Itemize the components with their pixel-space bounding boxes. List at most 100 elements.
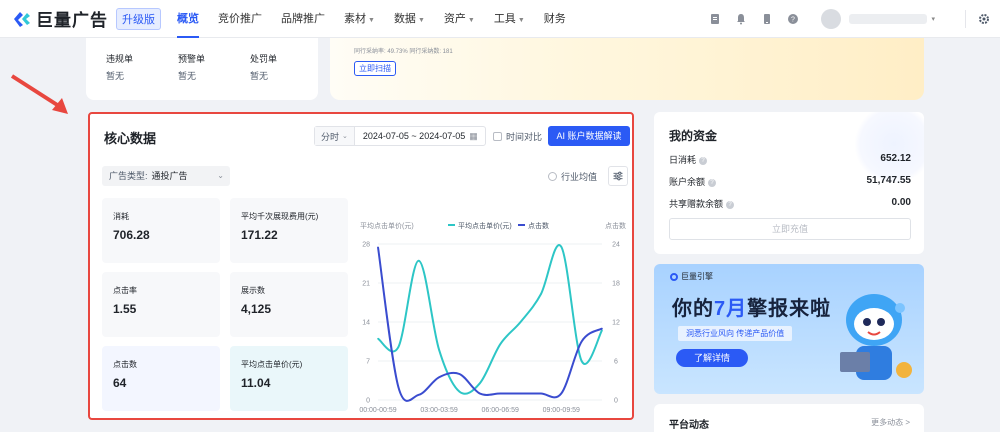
panel-title: 核心数据 bbox=[104, 131, 157, 146]
left-tick-label: 7 bbox=[366, 359, 370, 366]
calendar-icon: ▦ bbox=[469, 130, 478, 141]
clicks-data-point bbox=[417, 394, 420, 396]
decorative-shape bbox=[854, 112, 924, 184]
cpc-data-point bbox=[580, 360, 583, 362]
header-actions: ? ▾ bbox=[709, 0, 1000, 38]
right-rail bbox=[966, 38, 1000, 432]
nav-data[interactable]: 数据 ▼ bbox=[394, 0, 425, 38]
card-title: 平台动态 bbox=[669, 420, 709, 431]
banner-brand: 巨量引擎 bbox=[670, 271, 713, 282]
clicks-data-point bbox=[540, 392, 542, 395]
nav-overview[interactable]: 概览 bbox=[177, 0, 199, 38]
nav-finance[interactable]: 财务 bbox=[544, 0, 566, 38]
scan-button[interactable]: 立即扫描 bbox=[354, 61, 396, 76]
avatar[interactable] bbox=[821, 9, 842, 29]
time-compare-toggle[interactable]: 时间对比 bbox=[493, 130, 542, 143]
brand-name: 巨量广告 bbox=[36, 11, 108, 30]
date-range-picker[interactable]: 分时 ⌄ 2024-07-05 ~ 2024-07-05 ▦ bbox=[314, 126, 486, 146]
clicks-data-point bbox=[560, 392, 563, 395]
right-tick-label: 0 bbox=[614, 398, 618, 405]
cpc-data-point bbox=[479, 382, 481, 385]
chevron-down-icon: ▼ bbox=[517, 16, 525, 24]
ad-type-select[interactable]: 广告类型: 通投广告 ⌄ bbox=[102, 166, 230, 186]
account-name[interactable] bbox=[849, 14, 928, 24]
metric-cpm[interactable]: 平均千次展现费用(元) 171.22 bbox=[230, 198, 348, 263]
phone-icon[interactable] bbox=[761, 13, 773, 25]
document-icon[interactable] bbox=[709, 13, 721, 25]
bell-icon[interactable] bbox=[735, 13, 747, 25]
right-axis-title: 点击数 bbox=[605, 221, 626, 230]
logo-icon bbox=[14, 11, 30, 27]
nav-assets[interactable]: 资产 ▼ bbox=[444, 0, 475, 38]
engine-logo-icon bbox=[670, 272, 678, 281]
nav-label: 资产 bbox=[443, 12, 466, 25]
main-menu: 概览 竞价推广 品牌推广 素材 ▼ 数据 ▼ 资产 ▼ 工具 ▼ 财务 bbox=[177, 0, 585, 38]
promo-banner[interactable]: 巨量引擎 你的7月擎报来啦 洞悉行业风向 传递产品价值 了解详情 bbox=[654, 264, 924, 394]
cpc-data-point bbox=[540, 293, 542, 295]
warning-order[interactable]: 预警单 暂无 bbox=[178, 52, 246, 90]
banner-brand-text: 巨量引擎 bbox=[681, 272, 713, 281]
metric-clicks[interactable]: 点击数 64 bbox=[102, 346, 220, 411]
x-tick-label: 00:00-00:59 bbox=[359, 407, 396, 414]
gear-icon[interactable] bbox=[978, 13, 990, 25]
help-icon[interactable]: ? bbox=[787, 13, 799, 25]
funds-value: 51,747.55 bbox=[866, 175, 912, 186]
industry-average-toggle[interactable]: 行业均值 bbox=[548, 170, 597, 183]
cpc-data-point bbox=[519, 321, 522, 323]
recharge-button[interactable]: 立即充值 bbox=[669, 218, 911, 240]
cpc-data-point bbox=[438, 349, 440, 351]
order-value: 暂无 bbox=[178, 71, 197, 81]
radio-button[interactable] bbox=[548, 172, 557, 181]
more-news-link[interactable]: 更多动态 > bbox=[871, 417, 910, 428]
violation-order[interactable]: 违规单 暂无 bbox=[106, 52, 174, 90]
top-navigation: 巨量广告 升级版 概览 竞价推广 品牌推广 素材 ▼ 数据 ▼ 资产 ▼ 工具 ▼ 财务… bbox=[0, 0, 1000, 38]
clicks-data-point bbox=[519, 392, 522, 395]
card-title: 我的资金 bbox=[669, 129, 718, 143]
logo[interactable]: 巨量广告 bbox=[12, 6, 108, 31]
metric-cpc[interactable]: 平均点击单价(元) 11.04 bbox=[230, 346, 348, 411]
funds-card: 我的资金 日消耗? 652.12 账户余额? 51,747.55 共享赠款余额?… bbox=[654, 112, 924, 254]
chevron-down-icon: ⌄ bbox=[342, 133, 348, 140]
metric-label: 点击数 bbox=[113, 360, 137, 369]
legend-label: 点击数 bbox=[528, 221, 549, 230]
penalty-order[interactable]: 处罚单 暂无 bbox=[250, 52, 318, 90]
nav-tools[interactable]: 工具 ▼ bbox=[494, 0, 525, 38]
filter-settings-icon[interactable] bbox=[608, 166, 628, 186]
core-data-panel: 核心数据 分时 ⌄ 2024-07-05 ~ 2024-07-05 ▦ 时间对比 … bbox=[88, 112, 634, 420]
checkbox[interactable] bbox=[493, 132, 502, 141]
clicks-data-point bbox=[458, 373, 461, 375]
metric-label: 消耗 bbox=[113, 212, 129, 221]
funds-value: 0.00 bbox=[891, 197, 911, 208]
granularity-select[interactable]: 分时 ⌄ bbox=[315, 127, 355, 145]
chevron-down-icon: ▼ bbox=[417, 16, 425, 24]
metric-ctr[interactable]: 点击率 1.55 bbox=[102, 272, 220, 337]
cpc-data-point bbox=[397, 346, 400, 348]
chevron-down-icon[interactable]: ▾ bbox=[931, 15, 935, 23]
help-icon[interactable]: ? bbox=[726, 200, 735, 209]
nav-brand-promotion[interactable]: 品牌推广 bbox=[281, 0, 325, 38]
ai-insight-button[interactable]: AI 账户数据解读 bbox=[548, 126, 630, 146]
scan-card: 同行采纳率: 49.73% 同行采纳数: 181 立即扫描 bbox=[330, 38, 924, 100]
help-icon[interactable]: ? bbox=[699, 156, 708, 165]
chevron-down-icon: ▼ bbox=[368, 16, 375, 24]
nav-bidding-promotion[interactable]: 竞价推广 bbox=[218, 0, 262, 38]
ad-type-label: 广告类型: bbox=[109, 171, 148, 181]
nav-materials[interactable]: 素材 ▼ bbox=[344, 0, 375, 38]
metric-cost[interactable]: 消耗 706.28 bbox=[102, 198, 220, 263]
metric-value: 1.55 bbox=[113, 302, 137, 316]
nav-label: 数据 bbox=[393, 12, 416, 25]
help-icon[interactable]: ? bbox=[708, 178, 717, 187]
metric-value: 171.22 bbox=[241, 228, 278, 242]
ad-type-value: 通投广告 bbox=[151, 171, 188, 181]
metric-impressions[interactable]: 展示数 4,125 bbox=[230, 272, 348, 337]
learn-more-button[interactable]: 了解详情 bbox=[676, 349, 748, 367]
metric-value: 706.28 bbox=[113, 228, 150, 242]
upgrade-badge[interactable]: 升级版 bbox=[116, 7, 161, 30]
metric-label: 平均点击单价(元) bbox=[241, 360, 303, 369]
metric-label: 展示数 bbox=[241, 286, 265, 295]
left-tick-label: 14 bbox=[362, 320, 370, 327]
order-title: 预警单 bbox=[178, 54, 206, 64]
granularity-label: 分时 bbox=[321, 131, 340, 142]
red-arrow-annotation bbox=[10, 74, 68, 114]
banner-title-highlight: 7月 bbox=[714, 298, 748, 320]
